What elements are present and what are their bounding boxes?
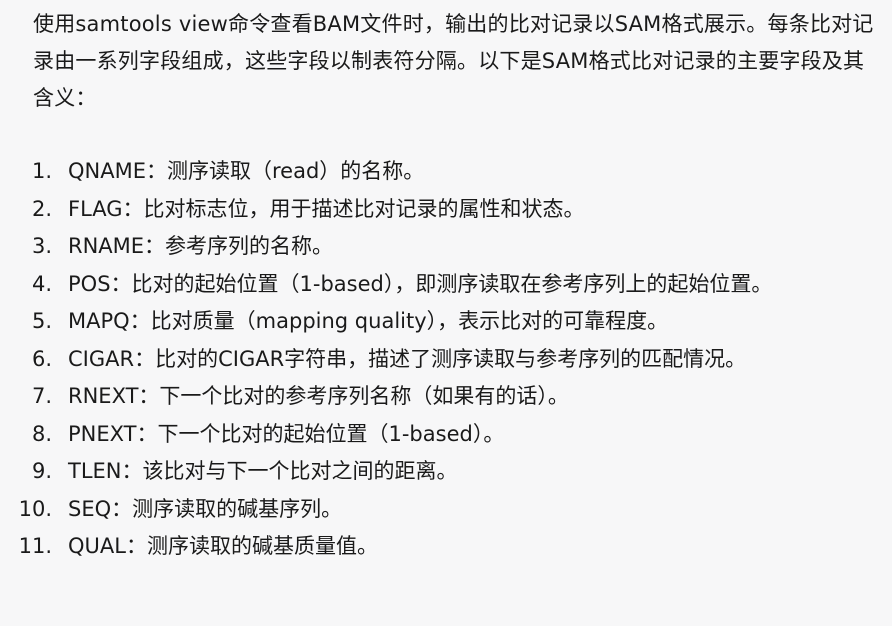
- field-description: FLAG：比对标志位，用于描述比对记录的属性和状态。: [68, 196, 585, 221]
- field-description: MAPQ：比对质量（mapping quality），表示比对的可靠程度。: [68, 309, 669, 333]
- field-description: RNEXT：下一个比对的参考序列名称（如果有的话）。: [68, 384, 569, 408]
- field-description: CIGAR：比对的CIGAR字符串，描述了测序读取与参考序列的匹配情况。: [68, 346, 747, 371]
- list-number: 8.: [31, 421, 52, 446]
- list-item: 7. RNEXT：下一个比对的参考序列名称（如果有的话）。: [0, 378, 892, 416]
- field-description: TLEN：该比对与下一个比对之间的距离。: [68, 459, 458, 483]
- list-number: 4.: [31, 271, 52, 296]
- list-item: 2. FLAG：比对标志位，用于描述比对记录的属性和状态。: [0, 191, 892, 229]
- sam-fields-list: 1. QNAME：测序读取（read）的名称。 2. FLAG：比对标志位，用于…: [0, 153, 892, 566]
- list-number: 7.: [31, 384, 52, 408]
- list-item: 5. MAPQ：比对质量（mapping quality），表示比对的可靠程度。: [0, 303, 892, 341]
- list-number: 1.: [31, 159, 52, 183]
- list-number: 6.: [31, 346, 52, 371]
- list-item: 6. CIGAR：比对的CIGAR字符串，描述了测序读取与参考序列的匹配情况。: [0, 341, 892, 379]
- list-number: 5.: [31, 309, 52, 333]
- field-description: SEQ：测序读取的碱基序列。: [68, 496, 343, 521]
- field-description: POS：比对的起始位置（1-based），即测序读取在参考序列上的起始位置。: [68, 271, 773, 296]
- list-item: 4. POS：比对的起始位置（1-based），即测序读取在参考序列上的起始位置…: [0, 266, 892, 304]
- intro-paragraph: 使用samtools view命令查看BAM文件时，输出的比对记录以SAM格式展…: [33, 12, 874, 110]
- list-item: 11. QUAL：测序读取的碱基质量值。: [0, 528, 892, 566]
- field-description: QUAL：测序读取的碱基质量值。: [68, 534, 378, 558]
- list-number: 10.: [18, 496, 52, 521]
- list-item: 1. QNAME：测序读取（read）的名称。: [0, 153, 892, 191]
- list-number: 11.: [18, 534, 52, 558]
- list-item: 10. SEQ：测序读取的碱基序列。: [0, 491, 892, 529]
- document-body: 使用samtools view命令查看BAM文件时，输出的比对记录以SAM格式展…: [0, 0, 892, 626]
- list-number: 3.: [31, 234, 52, 258]
- list-item: 9. TLEN：该比对与下一个比对之间的距离。: [0, 453, 892, 491]
- field-description: QNAME：测序读取（read）的名称。: [68, 159, 425, 183]
- list-item: 3. RNAME：参考序列的名称。: [0, 228, 892, 266]
- list-number: 2.: [31, 196, 52, 221]
- field-description: PNEXT：下一个比对的起始位置（1-based）。: [68, 421, 505, 446]
- field-description: RNAME：参考序列的名称。: [68, 234, 334, 258]
- list-number: 9.: [31, 459, 52, 483]
- list-item: 8. PNEXT：下一个比对的起始位置（1-based）。: [0, 416, 892, 454]
